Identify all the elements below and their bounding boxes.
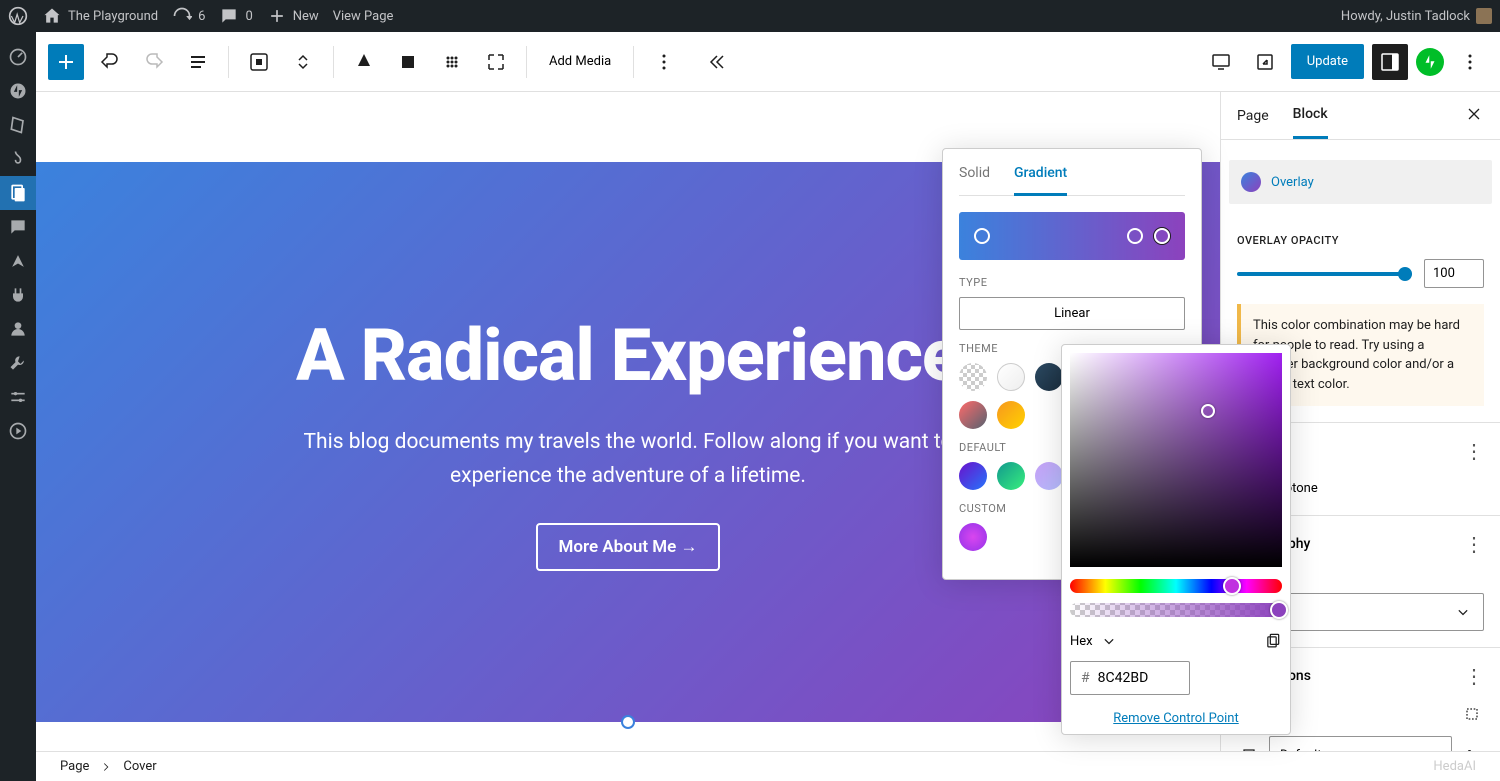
add-block-button[interactable] [48, 44, 84, 80]
swatch[interactable] [959, 363, 987, 391]
remove-control-point-link[interactable]: Remove Control Point [1070, 711, 1282, 726]
admin-bar: The Playground 6 0 New View Page Howdy, … [0, 0, 1500, 32]
swatch[interactable] [959, 523, 987, 551]
alpha-thumb[interactable] [1270, 601, 1288, 619]
gradient-stop-2[interactable] [1127, 228, 1143, 244]
preview-button[interactable] [1247, 44, 1283, 80]
cover-heading[interactable]: A Radical Experience [296, 313, 960, 398]
crumb-cover[interactable]: Cover [123, 759, 156, 774]
tab-page[interactable]: Page [1237, 94, 1269, 138]
unlink-sides-icon[interactable] [1460, 702, 1484, 726]
chevron-right-icon [99, 760, 113, 774]
hue-slider[interactable] [1070, 579, 1282, 593]
site-name[interactable]: The Playground [42, 6, 158, 26]
menu-comments[interactable] [0, 210, 36, 244]
move-block-button[interactable] [285, 44, 321, 80]
dimensions-options-icon[interactable]: ⋮ [1464, 664, 1484, 688]
document-overview-button[interactable] [180, 44, 216, 80]
menu-users[interactable] [0, 312, 36, 346]
avatar [1476, 8, 1492, 24]
tab-gradient[interactable]: Gradient [1014, 165, 1067, 196]
copy-color-icon[interactable] [1262, 631, 1282, 651]
menu-jetpack[interactable] [0, 74, 36, 108]
swatch[interactable] [959, 401, 987, 429]
typography-options-icon[interactable]: ⋮ [1464, 532, 1484, 556]
tab-solid[interactable]: Solid [959, 165, 990, 195]
alpha-slider[interactable] [1070, 603, 1282, 617]
redo-button[interactable] [136, 44, 172, 80]
cover-subtitle[interactable]: This blog documents my travels the world… [278, 426, 978, 493]
overlay-swatch-icon [1241, 172, 1261, 192]
gradient-stop-3[interactable] [1154, 228, 1170, 244]
undo-button[interactable] [92, 44, 128, 80]
new-content[interactable]: New [267, 6, 319, 26]
swatch[interactable] [997, 462, 1025, 490]
content-position-button[interactable] [346, 44, 382, 80]
menu-plugins[interactable] [0, 278, 36, 312]
swatch[interactable] [1035, 462, 1063, 490]
opacity-slider[interactable] [1237, 272, 1412, 276]
breadcrumb-footer: Page Cover HedaAI [36, 751, 1500, 781]
crumb-page[interactable]: Page [60, 759, 89, 774]
filters-options-icon[interactable]: ⋮ [1464, 439, 1484, 463]
color-format-select[interactable]: Hex [1070, 631, 1119, 651]
menu-dashboard[interactable] [0, 40, 36, 74]
gradient-stop-1[interactable] [974, 228, 990, 244]
gradient-bar[interactable] [959, 212, 1185, 260]
menu-posts[interactable] [0, 108, 36, 142]
menu-collapse[interactable] [0, 414, 36, 448]
swatch[interactable] [997, 401, 1025, 429]
full-height-button[interactable] [390, 44, 426, 80]
block-more-button[interactable] [646, 44, 682, 80]
color-picker-popover: Hex # Remove Control Point [1061, 344, 1291, 735]
saturation-area[interactable] [1070, 353, 1282, 567]
view-page[interactable]: View Page [333, 9, 394, 24]
opacity-input[interactable] [1424, 259, 1484, 288]
watermark: HedaAI [1433, 759, 1476, 774]
collapse-toolbar-button[interactable] [698, 44, 734, 80]
admin-menu [0, 32, 36, 781]
hex-input-wrap: # [1070, 661, 1190, 695]
tab-block[interactable]: Block [1293, 92, 1328, 139]
swatch[interactable] [997, 363, 1025, 391]
menu-media[interactable] [0, 142, 36, 176]
menu-appearance[interactable] [0, 244, 36, 278]
close-sidebar-button[interactable] [1464, 104, 1484, 128]
add-media-button[interactable]: Add Media [539, 54, 621, 69]
menu-tools[interactable] [0, 346, 36, 380]
comments-count[interactable]: 0 [219, 6, 252, 26]
jetpack-icon[interactable] [1416, 48, 1444, 76]
wp-logo[interactable] [8, 6, 28, 26]
updates-count[interactable]: 6 [172, 6, 205, 26]
cover-cta-button[interactable]: More About Me → [536, 523, 719, 571]
swatch[interactable] [1035, 363, 1063, 391]
settings-sidebar-button[interactable] [1372, 44, 1408, 80]
menu-pages[interactable] [0, 176, 36, 210]
update-button[interactable]: Update [1291, 44, 1364, 79]
align-button[interactable] [434, 44, 470, 80]
overlay-control[interactable]: Overlay [1229, 160, 1492, 204]
hue-thumb[interactable] [1223, 577, 1241, 595]
gradient-type-select[interactable]: Linear [959, 297, 1185, 330]
editor: Add Media Update A Radical Experience Th… [36, 32, 1500, 781]
menu-settings[interactable] [0, 380, 36, 414]
block-type-icon[interactable] [241, 44, 277, 80]
editor-toolbar: Add Media Update [36, 32, 1500, 92]
overlay-opacity-label: OVERLAY OPACITY [1237, 234, 1484, 247]
howdy-user[interactable]: Howdy, Justin Tadlock [1341, 8, 1492, 24]
swatch[interactable] [959, 462, 987, 490]
type-label: TYPE [959, 276, 1185, 289]
hex-hash: # [1081, 670, 1090, 686]
focal-point-handle[interactable] [621, 715, 635, 729]
view-device-button[interactable] [1203, 44, 1239, 80]
editor-more-button[interactable] [1452, 44, 1488, 80]
hex-input[interactable] [1098, 670, 1168, 686]
fullscreen-button[interactable] [478, 44, 514, 80]
saturation-thumb[interactable] [1201, 404, 1215, 418]
